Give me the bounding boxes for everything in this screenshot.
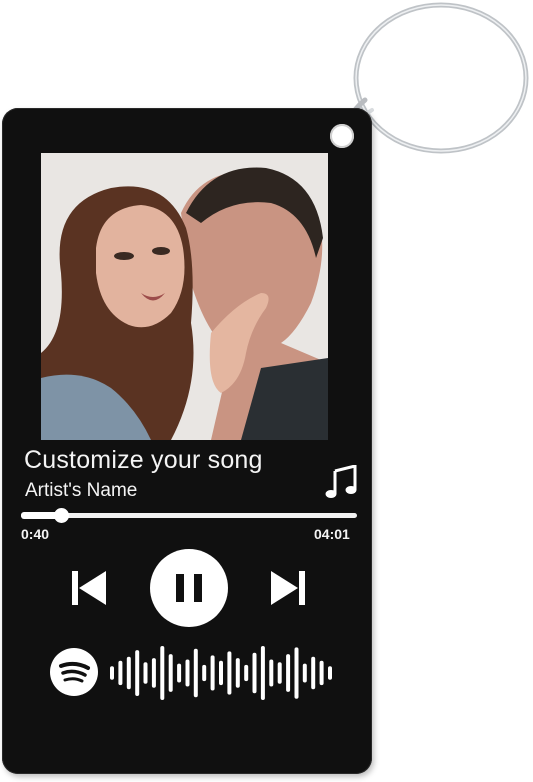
pause-button[interactable] xyxy=(150,549,228,627)
spotify-code-bar xyxy=(202,664,207,682)
spotify-code-bar xyxy=(143,662,148,684)
artist-name: Artist's Name xyxy=(25,480,138,501)
spotify-code-bar xyxy=(219,660,223,686)
song-title: Customize your song xyxy=(24,446,263,474)
cover-photo xyxy=(41,153,328,440)
spotify-code-bar xyxy=(269,659,274,687)
spotify-code-bar xyxy=(286,654,291,692)
spotify-code-bar xyxy=(244,664,249,682)
progress-track[interactable] xyxy=(21,513,357,518)
spotify-code-bar xyxy=(319,660,324,686)
skip-next-icon[interactable] xyxy=(270,571,306,605)
spotify-code-bar xyxy=(126,656,131,690)
spotify-code-icon xyxy=(110,646,332,700)
spotify-code-bar xyxy=(193,648,198,698)
spotify-icon xyxy=(50,648,98,696)
elapsed-time: 0:40 xyxy=(21,526,50,542)
spotify-code-bar xyxy=(110,666,114,680)
spotify-code-bar xyxy=(177,663,182,683)
spotify-code-bar xyxy=(311,656,316,690)
spotify-code-bar xyxy=(210,655,215,691)
spotify-code-bar xyxy=(277,662,282,684)
spotify-code-bar xyxy=(328,666,332,680)
spotify-code-bar xyxy=(260,646,265,700)
total-duration: 04:01 xyxy=(314,526,350,542)
spotify-code-bar xyxy=(160,646,165,700)
pause-icon xyxy=(176,574,202,602)
keyring-hole xyxy=(330,124,354,148)
music-note-icon xyxy=(325,465,357,498)
spotify-code-bar xyxy=(135,650,140,696)
spotify-code-bar xyxy=(168,654,173,692)
spotify-code-bar xyxy=(227,651,232,695)
spotify-code-bar xyxy=(185,659,190,687)
spotify-code-bar xyxy=(235,658,240,688)
couple-photo xyxy=(41,153,328,440)
spotify-code-bar xyxy=(294,647,299,699)
skip-previous-icon[interactable] xyxy=(71,571,107,605)
spotify-code-bar xyxy=(252,652,257,694)
spotify-code-bar xyxy=(302,663,307,683)
spotify-code-bar xyxy=(118,660,123,686)
spotify-code-bar xyxy=(151,658,156,688)
